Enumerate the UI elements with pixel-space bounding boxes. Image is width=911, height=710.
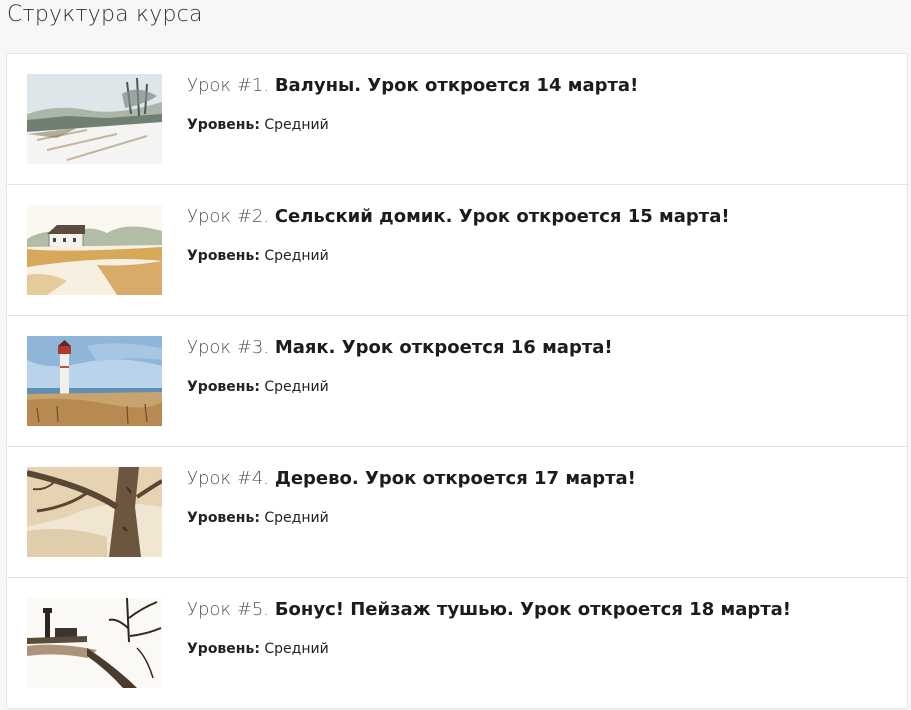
level-value: Средний: [264, 117, 329, 133]
lesson-name: Маяк. Урок откроется 16 марта!: [274, 337, 613, 358]
lesson-title[interactable]: Урок #5. Бонус! Пейзаж тушью. Урок откро…: [187, 597, 791, 623]
lesson-item-2[interactable]: Урок #2. Сельский домик. Урок откроется …: [7, 185, 907, 316]
lesson-name: Валуны. Урок откроется 14 марта!: [274, 75, 639, 96]
lesson-number: Урок #1.: [187, 75, 270, 96]
level-label: Уровень:: [187, 641, 260, 657]
lesson-thumbnail[interactable]: [27, 205, 162, 295]
lesson-thumbnail[interactable]: [27, 74, 162, 164]
tree-painting: [27, 467, 162, 557]
lesson-item-4[interactable]: Урок #4. Дерево. Урок откроется 17 марта…: [7, 447, 907, 578]
lesson-title[interactable]: Урок #3. Маяк. Урок откроется 16 марта!: [187, 335, 613, 361]
lesson-name: Дерево. Урок откроется 17 марта!: [274, 468, 636, 489]
lesson-thumbnail[interactable]: [27, 598, 162, 688]
lesson-level: Уровень: Средний: [187, 377, 329, 397]
lesson-number: Урок #2.: [187, 206, 270, 227]
lesson-title[interactable]: Урок #4. Дерево. Урок откроется 17 марта…: [187, 466, 636, 492]
lesson-item-5[interactable]: Урок #5. Бонус! Пейзаж тушью. Урок откро…: [7, 578, 907, 708]
level-label: Уровень:: [187, 510, 260, 526]
lesson-title[interactable]: Урок #1. Валуны. Урок откроется 14 марта…: [187, 73, 638, 99]
winter-landscape-painting: [27, 74, 162, 164]
lesson-name: Сельский домик. Урок откроется 15 марта!: [274, 206, 730, 227]
lesson-item-3[interactable]: Урок #3. Маяк. Урок откроется 16 марта! …: [7, 316, 907, 447]
lesson-level: Уровень: Средний: [187, 115, 329, 135]
lesson-title[interactable]: Урок #2. Сельский домик. Урок откроется …: [187, 204, 730, 230]
lesson-level: Уровень: Средний: [187, 508, 329, 528]
level-label: Уровень:: [187, 117, 260, 133]
level-value: Средний: [264, 641, 329, 657]
level-value: Средний: [264, 248, 329, 264]
lesson-level: Уровень: Средний: [187, 246, 329, 266]
lesson-level: Уровень: Средний: [187, 639, 329, 659]
lesson-thumbnail[interactable]: [27, 336, 162, 426]
lesson-number: Урок #4.: [187, 468, 270, 489]
level-value: Средний: [264, 379, 329, 395]
ink-landscape-painting: [27, 598, 162, 688]
page-title: Структура курса: [7, 2, 203, 27]
lesson-list: Урок #1. Валуны. Урок откроется 14 марта…: [6, 53, 908, 709]
level-value: Средний: [264, 510, 329, 526]
level-label: Уровень:: [187, 248, 260, 264]
country-house-painting: [27, 205, 162, 295]
level-label: Уровень:: [187, 379, 260, 395]
lesson-item-1[interactable]: Урок #1. Валуны. Урок откроется 14 марта…: [7, 54, 907, 185]
lighthouse-painting: [27, 336, 162, 426]
lesson-thumbnail[interactable]: [27, 467, 162, 557]
lesson-name: Бонус! Пейзаж тушью. Урок откроется 18 м…: [274, 599, 792, 620]
lesson-number: Урок #5.: [187, 599, 270, 620]
lesson-number: Урок #3.: [187, 337, 270, 358]
